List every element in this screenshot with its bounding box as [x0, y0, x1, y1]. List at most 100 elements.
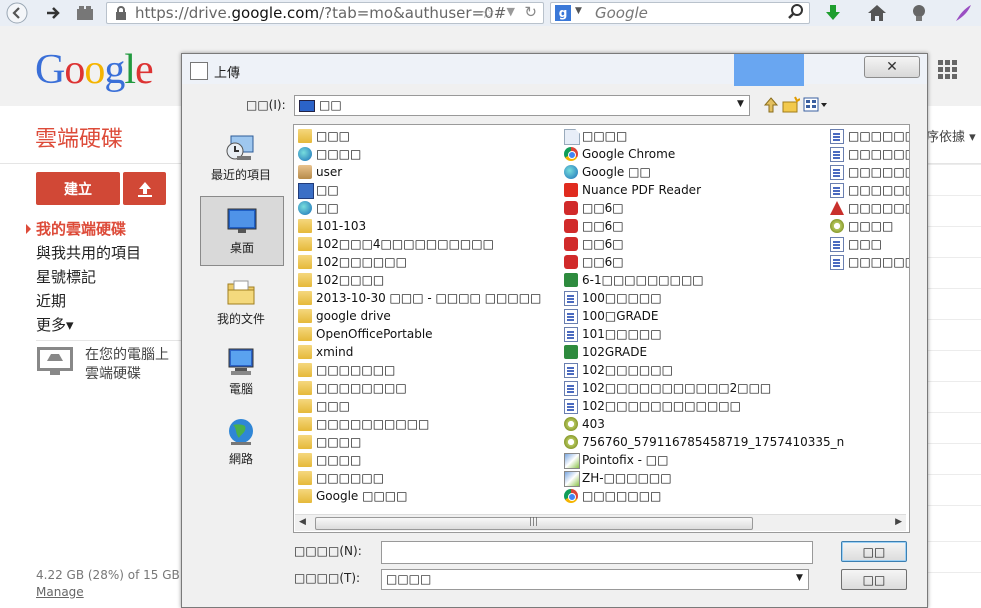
- red-icon: [564, 201, 578, 215]
- view-menu-icon[interactable]: [803, 96, 829, 114]
- open-button[interactable]: □□: [841, 541, 907, 562]
- file-name: □□□□□□: [848, 183, 910, 197]
- places-bar: 最近的項目 桌面 我的文件 電腦 網路: [200, 124, 284, 514]
- file-name: □□□□□□□: [582, 489, 662, 503]
- dialog-title: 上傳: [214, 66, 241, 81]
- file-name: □□: [316, 183, 339, 197]
- search-engine-icon[interactable]: g: [555, 5, 571, 21]
- file-name: □□□□□□□□□□: [316, 417, 430, 431]
- red-icon: [564, 237, 578, 251]
- search-icon[interactable]: [787, 3, 805, 24]
- scroll-left-icon[interactable]: ◀: [299, 517, 306, 527]
- drive-title[interactable]: 雲端硬碟: [35, 121, 123, 153]
- close-button[interactable]: ✕: [864, 56, 920, 78]
- engine-dropdown-icon[interactable]: ▼: [575, 6, 582, 16]
- address-bar[interactable]: https://drive.google.com/?tab=mo&authuse…: [106, 2, 544, 24]
- filename-input[interactable]: [381, 541, 813, 564]
- google-logo[interactable]: Google: [35, 46, 154, 94]
- new-folder-icon[interactable]: [782, 96, 801, 114]
- file-name: Google □□□□: [316, 489, 408, 503]
- file-name: ZH-□□□□□□: [582, 471, 672, 485]
- filename-label: □□□□(N):: [294, 544, 362, 558]
- folder-icon: [298, 129, 312, 143]
- place-computer[interactable]: 電腦: [200, 338, 282, 406]
- bookmark-star-icon[interactable]: ☆: [481, 3, 495, 22]
- globe-icon: [298, 201, 312, 215]
- browser-toolbar: https://drive.google.com/?tab=mo&authuse…: [0, 0, 981, 27]
- file-name: □□□□□□: [316, 471, 385, 485]
- file-list[interactable]: □□□ □□□□ user □□ □□ 101-103 102□□□4□□□□□□□□□□ 1…: [293, 124, 910, 533]
- doc-icon: [564, 327, 578, 342]
- place-network[interactable]: 網路: [200, 408, 282, 476]
- reload-icon[interactable]: ↻: [524, 3, 537, 21]
- file-name: □□□□□□: [848, 201, 910, 215]
- drive-desktop-promo[interactable]: 在您的電腦上 雲端硬碟: [85, 346, 185, 384]
- folder-icon: [298, 363, 312, 377]
- divider: [36, 340, 182, 341]
- folder-icon: [298, 471, 312, 485]
- place-recent[interactable]: 最近的項目: [200, 124, 282, 192]
- place-label: 電腦: [228, 382, 253, 396]
- desktop-icon: [226, 205, 258, 237]
- place-desktop[interactable]: 桌面: [200, 196, 284, 266]
- file-name: □□□: [316, 399, 351, 413]
- file-name: □□□□: [848, 219, 894, 233]
- up-folder-icon[interactable]: [762, 96, 780, 114]
- doc-icon: [564, 381, 578, 396]
- background-search-button: [734, 54, 804, 86]
- file-name: □□6□: [582, 201, 624, 215]
- gear-icon: [830, 219, 844, 233]
- upload-button[interactable]: [123, 172, 166, 205]
- cancel-button[interactable]: □□: [841, 569, 907, 590]
- back-icon[interactable]: [6, 2, 28, 24]
- doc-icon: [830, 237, 844, 252]
- chevron-down-icon[interactable]: ▼: [793, 572, 806, 585]
- network-globe-icon: [225, 416, 257, 448]
- nav-my-drive[interactable]: 我的雲端硬碟: [36, 217, 141, 241]
- search-box[interactable]: g ▼ Google: [550, 2, 810, 24]
- download-icon[interactable]: [822, 2, 844, 24]
- folder-icon: [298, 291, 312, 305]
- folder-icon: [298, 327, 312, 341]
- file-name: 102□□□□: [316, 273, 385, 287]
- doc-icon: [830, 165, 844, 180]
- nav-starred[interactable]: 星號標記: [36, 265, 141, 289]
- apps-grid-icon[interactable]: [938, 60, 958, 80]
- file-name: 6-1□□□□□□□□□: [582, 273, 704, 287]
- manage-storage-link[interactable]: Manage: [36, 585, 84, 599]
- forward-icon[interactable]: [42, 2, 64, 24]
- url-dropdown-icon[interactable]: ▼: [507, 5, 515, 18]
- file-name: Nuance PDF Reader: [582, 183, 701, 197]
- tab-groups-icon[interactable]: [74, 2, 96, 24]
- feather-icon[interactable]: [952, 2, 974, 24]
- file-name: google drive: [316, 309, 391, 323]
- file-name: □□□□: [582, 129, 628, 143]
- doc-icon: [564, 399, 578, 414]
- nav-recent[interactable]: 近期: [36, 289, 141, 313]
- lookin-select[interactable]: □□ ▼: [294, 95, 750, 116]
- nav-more[interactable]: 更多▾: [36, 313, 141, 337]
- file-name: □□□□□□: [848, 147, 910, 161]
- chevron-down-icon[interactable]: ▼: [734, 98, 747, 111]
- scroll-right-icon[interactable]: ▶: [895, 517, 902, 527]
- lightbulb-icon[interactable]: [908, 2, 930, 24]
- doc-icon: [564, 309, 578, 324]
- place-documents[interactable]: 我的文件: [200, 268, 282, 336]
- lookin-label: □□(I):: [246, 98, 286, 112]
- lookin-value: □□: [319, 98, 342, 112]
- sort-menu[interactable]: 序依據 ▾: [926, 126, 976, 145]
- create-button[interactable]: 建立: [36, 172, 120, 205]
- horizontal-scrollbar[interactable]: ◀ ||| ▶: [295, 514, 906, 531]
- file-name: □□: [316, 201, 339, 215]
- nav-shared-with-me[interactable]: 與我共用的項目: [36, 241, 141, 265]
- filetype-select[interactable]: □□□□ ▼: [381, 569, 809, 590]
- chrome-icon: [564, 147, 578, 161]
- drive-desktop-icon[interactable]: [36, 346, 74, 381]
- file-name: □□□□□□: [848, 165, 910, 179]
- java-icon: [190, 62, 208, 80]
- file-name: □□□: [316, 129, 351, 143]
- filetype-value: □□□□: [386, 572, 432, 586]
- computer-icon: [225, 346, 257, 378]
- home-icon[interactable]: [866, 2, 888, 24]
- file-name: □□□: [848, 237, 883, 251]
